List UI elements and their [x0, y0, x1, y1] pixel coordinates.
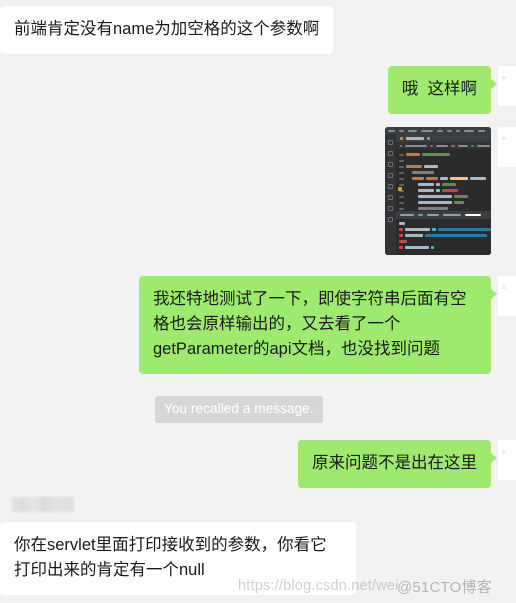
- message-bubble-incoming[interactable]: 前端肯定没有name为加空格的这个参数啊: [0, 6, 334, 54]
- watermark-51cto: @51CTO博客: [397, 579, 492, 596]
- message-bubble-outgoing[interactable]: 哦 这样啊: [387, 66, 498, 114]
- ide-breadcrumb-bar: [396, 142, 491, 149]
- recall-notice: You recalled a message.: [155, 396, 323, 423]
- chat-message-list[interactable]: 前端肯定没有name为加空格的这个参数啊 哦 这样啊 ⌗ ⌗ 我还特地测试了一下…: [0, 0, 516, 603]
- message-row-incoming: 你在servlet里面打印接收到的参数，你看它打印出来的肯定有一个null: [0, 522, 356, 595]
- message-bubble-outgoing[interactable]: 原来问题不是出在这里: [298, 440, 497, 488]
- system-notice-row: You recalled a message.: [155, 396, 323, 423]
- avatar-glyph: ⌗: [502, 449, 506, 456]
- avatar-glyph: ⌗: [502, 136, 506, 143]
- ide-editor-tab-bar: [396, 134, 491, 142]
- message-row-outgoing-image: ⌗: [385, 127, 516, 255]
- message-bubble-image[interactable]: [385, 127, 491, 255]
- message-row-outgoing: 原来问题不是出在这里 ⌗: [298, 440, 516, 488]
- avatar[interactable]: ⌗: [498, 440, 516, 480]
- message-row-outgoing: 我还特地测试了一下，即使字符串后面有空格也会原样输出的，又去看了一个getPar…: [139, 276, 516, 374]
- ide-console-tab-bar: [396, 211, 491, 219]
- avatar-glyph: ⌗: [502, 75, 506, 82]
- avatar[interactable]: ⌗: [498, 127, 516, 167]
- ide-screenshot: [385, 127, 491, 255]
- ide-code-area: [396, 149, 491, 228]
- ide-fold-marker: [398, 187, 402, 191]
- avatar[interactable]: ⌗: [498, 66, 516, 106]
- message-row-incoming: 前端肯定没有name为加空格的这个参数啊: [0, 6, 334, 54]
- message-bubble-outgoing[interactable]: 我还特地测试了一下，即使字符串后面有空格也会原样输出的，又去看了一个getPar…: [139, 276, 497, 374]
- avatar[interactable]: ⌗: [498, 276, 516, 316]
- ide-console-output: [396, 219, 491, 255]
- ide-tool-sidebar: [385, 134, 396, 255]
- sender-name-redacted: [12, 497, 74, 512]
- avatar-glyph: ⌗: [502, 285, 506, 292]
- message-row-outgoing: 哦 这样啊 ⌗: [387, 66, 516, 114]
- ide-menu-bar: [385, 127, 491, 134]
- message-bubble-incoming[interactable]: 你在servlet里面打印接收到的参数，你看它打印出来的肯定有一个null: [0, 522, 356, 595]
